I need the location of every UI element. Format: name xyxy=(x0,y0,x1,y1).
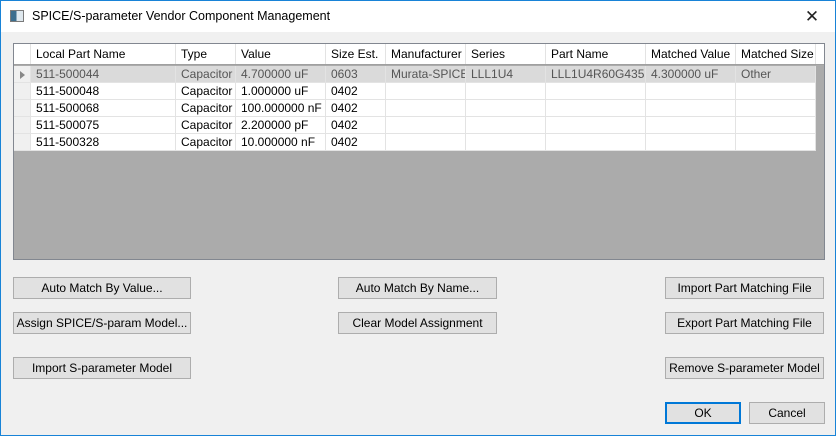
close-button[interactable]: ✕ xyxy=(789,1,835,32)
import-sparameter-model-button[interactable]: Import S-parameter Model xyxy=(13,357,191,379)
table-row[interactable]: 511-500044 Capacitor 4.700000 uF 0603 Murata… xyxy=(14,66,816,83)
table-cell[interactable] xyxy=(546,100,646,116)
table-cell[interactable]: 10.000000 nF xyxy=(236,134,326,150)
table-cell[interactable]: 0402 xyxy=(326,134,386,150)
table-cell[interactable] xyxy=(646,100,736,116)
table-cell[interactable]: Capacitor xyxy=(176,134,236,150)
table-cell[interactable] xyxy=(466,117,546,133)
dialog-window: SPICE/S-parameter Vendor Component Manag… xyxy=(0,0,836,436)
auto-match-by-name-button[interactable]: Auto Match By Name... xyxy=(338,277,497,299)
table-cell[interactable] xyxy=(466,134,546,150)
table-cell[interactable] xyxy=(386,100,466,116)
export-part-matching-file-button[interactable]: Export Part Matching File xyxy=(665,312,824,334)
table-cell[interactable] xyxy=(546,83,646,99)
table-row[interactable]: 511-500328 Capacitor 10.000000 nF 0402 xyxy=(14,134,816,151)
table-cell[interactable] xyxy=(546,117,646,133)
table-cell[interactable]: 1.000000 uF xyxy=(236,83,326,99)
table-cell[interactable]: 2.200000 pF xyxy=(236,117,326,133)
table-cell[interactable] xyxy=(386,117,466,133)
grid-header: Local Part Name Type Value Size Est. Manufac… xyxy=(14,44,824,65)
remove-sparameter-model-button[interactable]: Remove S-parameter Model xyxy=(665,357,824,379)
row-header[interactable] xyxy=(14,66,31,82)
table-cell[interactable]: 511-500068 xyxy=(31,100,176,116)
table-cell[interactable] xyxy=(646,134,736,150)
table-cell[interactable]: Capacitor xyxy=(176,117,236,133)
parts-grid[interactable]: Local Part Name Type Value Size Est. Manufac… xyxy=(13,43,825,260)
table-cell[interactable]: 0402 xyxy=(326,100,386,116)
cancel-button[interactable]: Cancel xyxy=(749,402,825,424)
window-title: SPICE/S-parameter Vendor Component Manag… xyxy=(32,9,331,23)
table-cell[interactable] xyxy=(736,83,816,99)
table-cell[interactable]: 511-500328 xyxy=(31,134,176,150)
table-cell[interactable] xyxy=(546,134,646,150)
table-row[interactable]: 511-500048 Capacitor 1.000000 uF 0402 xyxy=(14,83,816,100)
table-cell[interactable] xyxy=(736,134,816,150)
column-header[interactable]: Value xyxy=(236,44,326,64)
table-cell[interactable] xyxy=(466,83,546,99)
row-header[interactable] xyxy=(14,100,31,116)
clear-model-assignment-button[interactable]: Clear Model Assignment xyxy=(338,312,497,334)
table-cell[interactable]: LLL1U4 xyxy=(466,66,546,82)
column-header[interactable]: Matched Value xyxy=(646,44,736,64)
column-header[interactable]: Manufacturer xyxy=(386,44,466,64)
table-cell[interactable]: Capacitor xyxy=(176,100,236,116)
title-bar: SPICE/S-parameter Vendor Component Manag… xyxy=(1,1,835,32)
current-row-arrow-icon xyxy=(20,71,25,79)
row-header[interactable] xyxy=(14,83,31,99)
auto-match-by-value-button[interactable]: Auto Match By Value... xyxy=(13,277,191,299)
row-header-corner xyxy=(14,44,31,64)
column-header[interactable]: Matched Size xyxy=(736,44,816,64)
column-header[interactable]: Local Part Name xyxy=(31,44,176,64)
table-cell[interactable]: Other xyxy=(736,66,816,82)
table-cell[interactable]: Capacitor xyxy=(176,83,236,99)
table-cell[interactable]: 100.000000 nF xyxy=(236,100,326,116)
table-cell[interactable]: 511-500044 xyxy=(31,66,176,82)
app-icon xyxy=(10,10,24,22)
table-cell[interactable] xyxy=(736,100,816,116)
table-cell[interactable] xyxy=(386,83,466,99)
table-cell[interactable]: 0603 xyxy=(326,66,386,82)
table-cell[interactable] xyxy=(736,117,816,133)
table-cell[interactable]: LLL1U4R60G435... xyxy=(546,66,646,82)
column-header[interactable]: Series xyxy=(466,44,546,64)
table-cell[interactable]: 0402 xyxy=(326,83,386,99)
table-cell[interactable]: 4.700000 uF xyxy=(236,66,326,82)
table-cell[interactable] xyxy=(386,134,466,150)
column-header[interactable]: Part Name xyxy=(546,44,646,64)
row-header[interactable] xyxy=(14,117,31,133)
ok-button[interactable]: OK xyxy=(665,402,741,424)
table-cell[interactable]: 511-500048 xyxy=(31,83,176,99)
row-header[interactable] xyxy=(14,134,31,150)
table-cell[interactable] xyxy=(466,100,546,116)
import-part-matching-file-button[interactable]: Import Part Matching File xyxy=(665,277,824,299)
table-row[interactable]: 511-500068 Capacitor 100.000000 nF 0402 xyxy=(14,100,816,117)
assign-model-button[interactable]: Assign SPICE/S-param Model... xyxy=(13,312,191,334)
table-cell[interactable]: 511-500075 xyxy=(31,117,176,133)
column-header[interactable]: Size Est. xyxy=(326,44,386,64)
table-row[interactable]: 511-500075 Capacitor 2.200000 pF 0402 xyxy=(14,117,816,134)
table-cell[interactable]: Capacitor xyxy=(176,66,236,82)
column-header[interactable]: Type xyxy=(176,44,236,64)
table-cell[interactable]: 0402 xyxy=(326,117,386,133)
table-cell[interactable]: 4.300000 uF xyxy=(646,66,736,82)
table-cell[interactable]: Murata-SPICE xyxy=(386,66,466,82)
table-cell[interactable] xyxy=(646,83,736,99)
table-cell[interactable] xyxy=(646,117,736,133)
